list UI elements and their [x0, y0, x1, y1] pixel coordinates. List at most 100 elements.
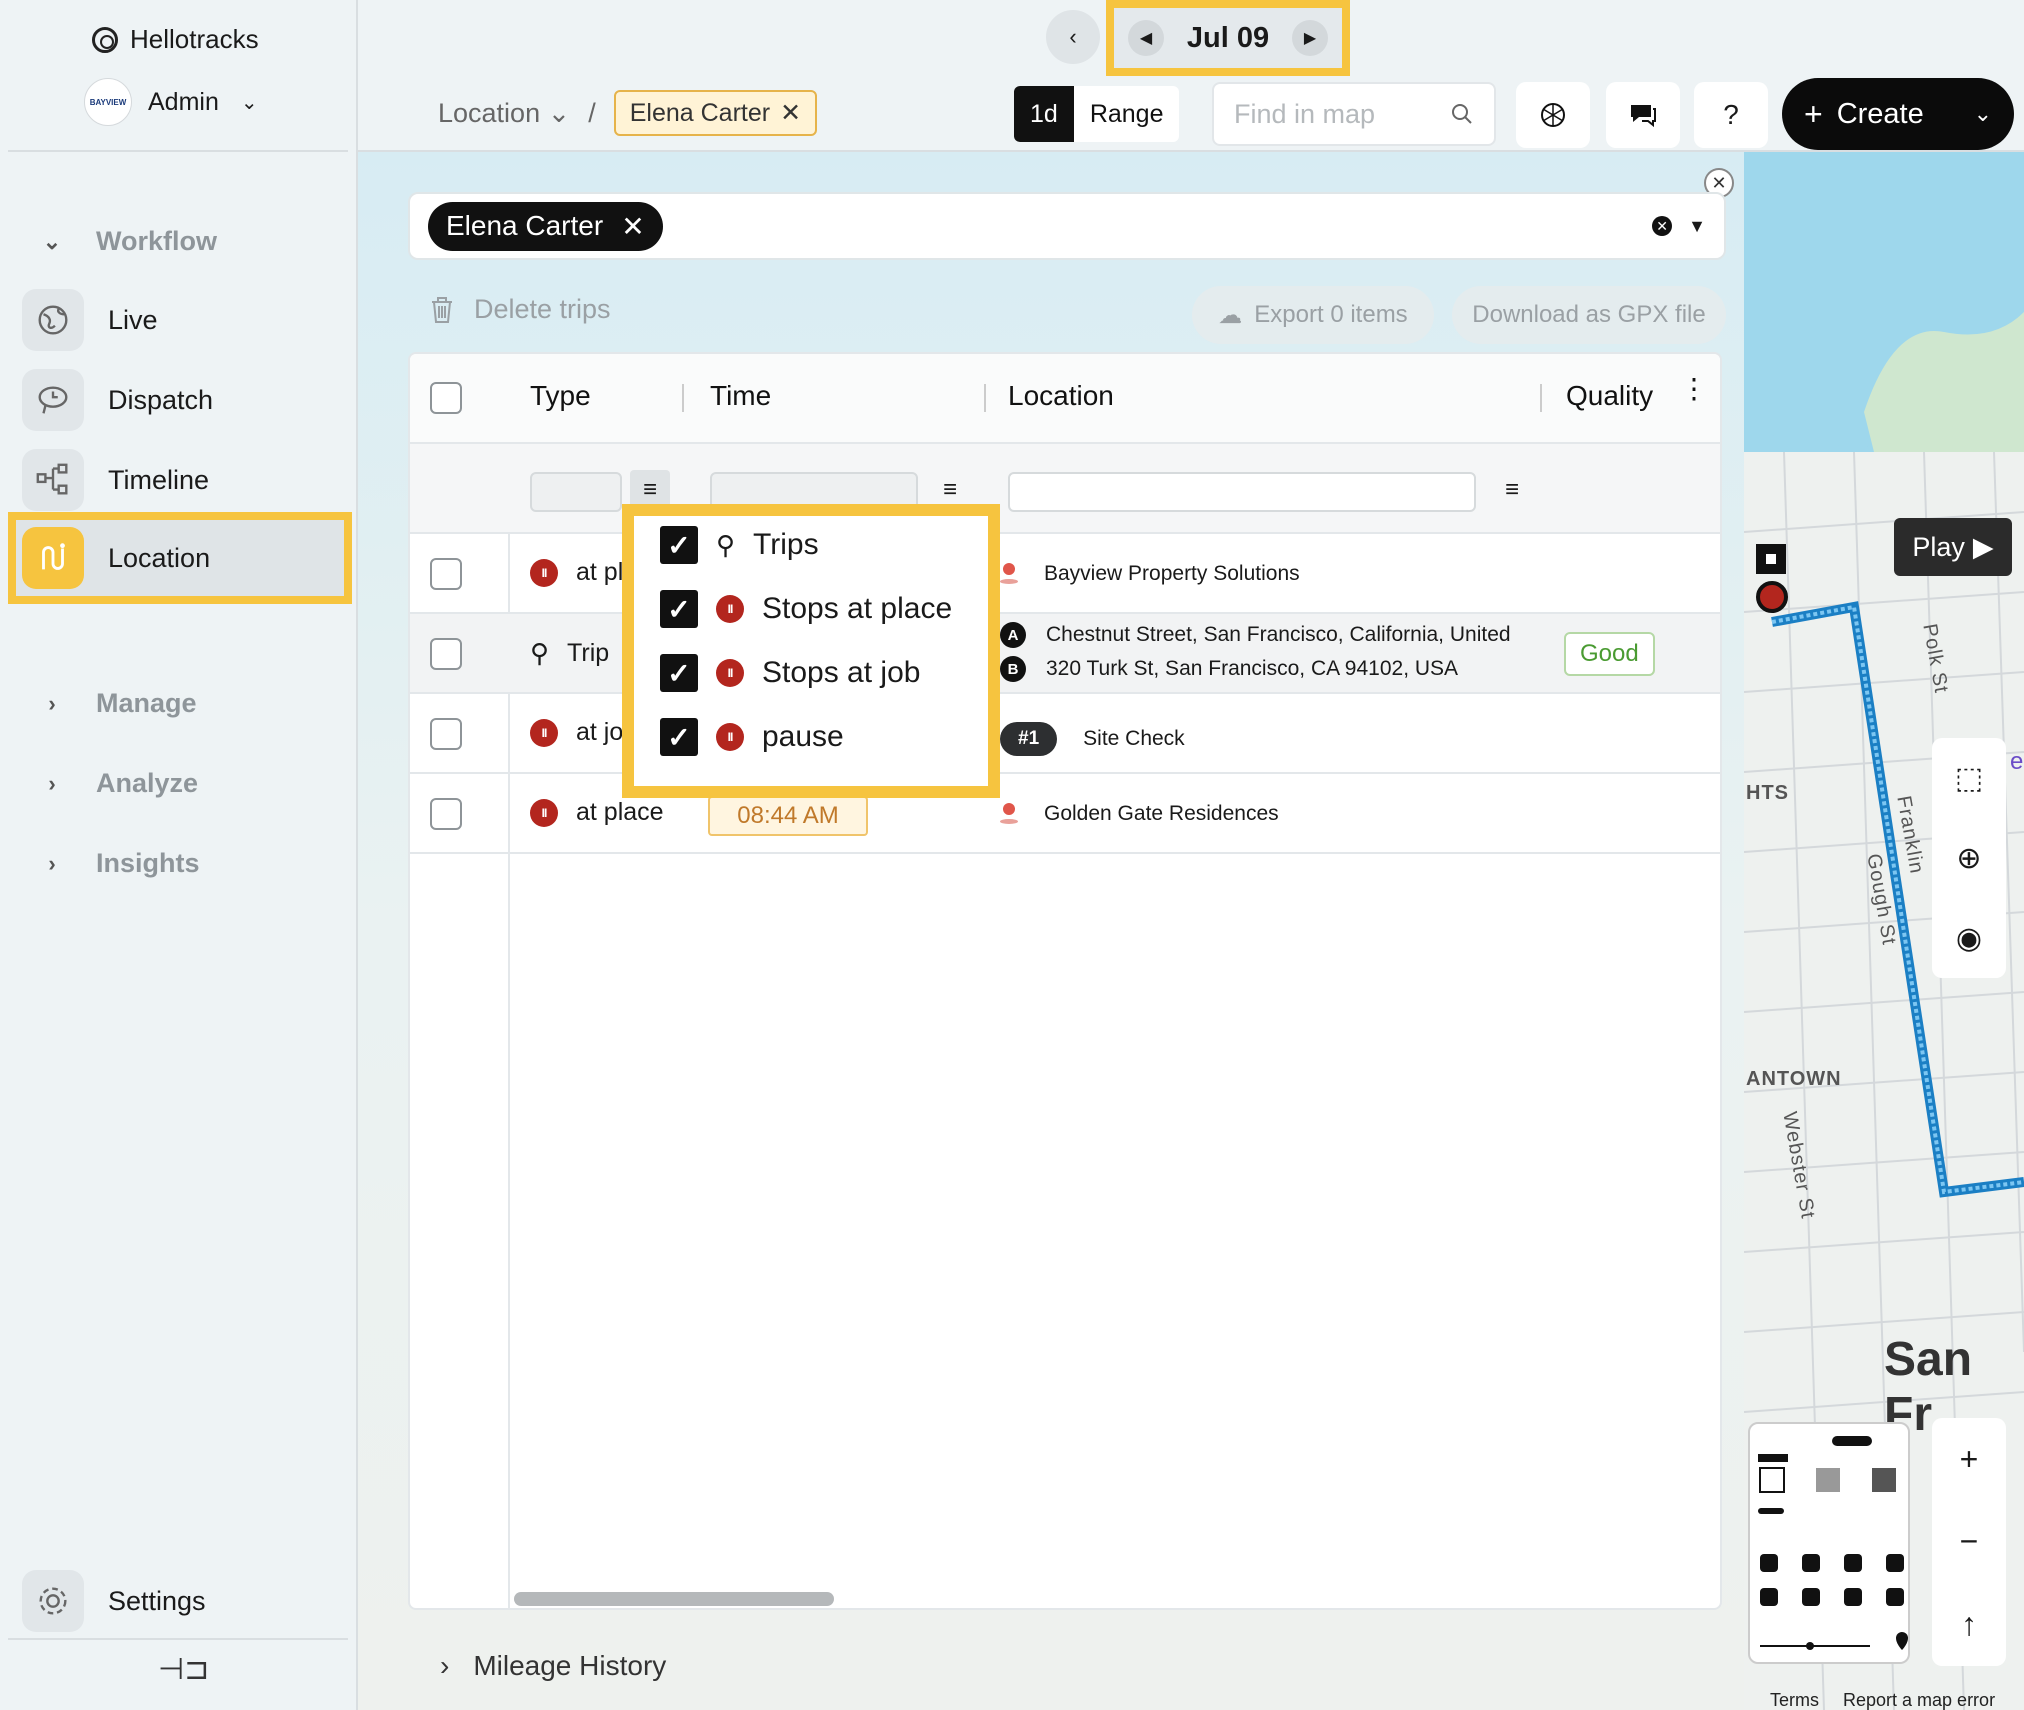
openai-icon [1541, 103, 1565, 127]
export-label: Export 0 items [1254, 301, 1408, 328]
sidebar-item-timeline[interactable]: Timeline [22, 448, 342, 512]
sidebar-group-manage[interactable]: › Manage [40, 688, 197, 719]
quality-badge: Good [1564, 632, 1655, 676]
export-button[interactable]: ☁ Export 0 items [1192, 286, 1434, 344]
table-row[interactable]: II at place 08:44 AM Golden Gate Residen… [410, 774, 1720, 854]
place-pin-icon [1000, 803, 1018, 825]
date-label[interactable]: Jul 09 [1187, 22, 1269, 55]
sidebar-item-dispatch[interactable]: Dispatch [22, 368, 342, 432]
select-all-checkbox[interactable] [430, 382, 462, 414]
filter-option-label: Stops at job [762, 656, 921, 689]
close-icon[interactable]: ✕ [780, 98, 801, 128]
map-label: HTS [1746, 782, 1789, 804]
person-select[interactable]: Elena Carter ✕ ✕ ▼ [408, 192, 1726, 260]
filter-icon[interactable]: ≡ [1492, 470, 1532, 510]
row-location-label: Golden Gate Residences [1044, 802, 1279, 825]
column-header-time[interactable]: Time [710, 380, 771, 412]
sidebar-group-analyze[interactable]: › Analyze [40, 768, 198, 799]
column-resizer[interactable] [1540, 384, 1542, 412]
close-icon[interactable]: ✕ [621, 210, 644, 243]
checkbox-checked[interactable]: ✓ [660, 718, 698, 756]
account-name: Admin [148, 87, 219, 116]
close-icon: ✕ [1711, 172, 1727, 193]
sidebar-item-label: Live [108, 304, 158, 335]
marker-b-icon: B [1000, 656, 1026, 682]
select-area-icon[interactable]: ⬚ [1955, 761, 1983, 796]
filter-option-stops-at-place[interactable]: ✓ II Stops at place [660, 590, 952, 628]
chevron-down-icon[interactable]: ⌄ [1974, 101, 1992, 127]
table-row[interactable]: ⚲ Trip A Chestnut Street, San Francisco,… [410, 614, 1720, 694]
zoom-in-icon[interactable]: + [1960, 1441, 1979, 1478]
more-vertical-icon[interactable]: ⋮ [1680, 372, 1708, 405]
selected-person-chip[interactable]: Elena Carter ✕ [428, 201, 663, 251]
sidebar-item-location[interactable]: Location [8, 512, 352, 604]
account-switcher[interactable]: BAYVIEW Admin ⌄ [84, 78, 258, 126]
play-icon: ▶ [1972, 531, 1994, 562]
pin-sidebar-icon[interactable]: ⊣⊐ [158, 1652, 209, 1687]
location-filter-input[interactable] [1008, 472, 1476, 512]
clear-icon[interactable]: ✕ [1652, 216, 1673, 236]
delete-trips-button[interactable]: Delete trips [428, 294, 611, 325]
report-map-error-link[interactable]: Report a map error [1843, 1690, 1995, 1710]
dispatch-icon [22, 369, 84, 431]
sidebar-group-workflow[interactable]: ⌄ Workflow [40, 226, 217, 257]
sidebar-item-settings[interactable]: Settings [22, 1570, 206, 1632]
checkbox-checked[interactable]: ✓ [660, 654, 698, 692]
gear-icon [22, 1570, 84, 1632]
filter-chip-label: Elena Carter [629, 98, 771, 127]
checkbox-checked[interactable]: ✓ [660, 526, 698, 564]
previous-day-button[interactable]: ‹ [1046, 10, 1100, 64]
horizontal-scrollbar[interactable] [514, 1592, 834, 1606]
download-gpx-button[interactable]: Download as GPX file [1452, 286, 1726, 344]
brand-name: Hellotracks [130, 24, 259, 54]
caret-left-icon[interactable]: ◀ [1128, 20, 1164, 56]
checkbox-checked[interactable]: ✓ [660, 590, 698, 628]
ai-assistant-button[interactable] [1516, 82, 1590, 148]
terms-link[interactable]: Terms [1770, 1690, 1819, 1710]
sidebar-group-label: Manage [96, 688, 197, 718]
column-resizer[interactable] [682, 384, 684, 412]
row-location: Bayview Property Solutions [1000, 562, 1300, 586]
toggle-range[interactable]: Range [1073, 86, 1180, 142]
sidebar-item-live[interactable]: Live [22, 288, 342, 352]
filter-option-stops-at-job[interactable]: ✓ II Stops at job [660, 654, 920, 692]
filter-option-pause[interactable]: ✓ II pause [660, 718, 844, 756]
create-button[interactable]: + Create ⌄ [1782, 78, 2014, 150]
filter-option-trips[interactable]: ✓ ⚲ Trips [660, 526, 819, 564]
eye-icon[interactable]: ◉ [1956, 921, 1982, 956]
table-row[interactable]: II at pl Bayview Property Solutions [410, 534, 1720, 614]
breadcrumb-location[interactable]: Location ⌄ [438, 98, 570, 129]
filter-chip[interactable]: Elena Carter ✕ [613, 90, 818, 136]
arrow-up-icon[interactable]: ↑ [1961, 1606, 1977, 1643]
help-icon: ? [1723, 99, 1739, 130]
toggle-1d[interactable]: 1d [1014, 86, 1074, 142]
row-checkbox[interactable] [430, 558, 462, 590]
caret-right-icon[interactable]: ▶ [1292, 20, 1328, 56]
table-row[interactable]: II at jo #1 Site Check [410, 694, 1720, 774]
sidebar-group-insights[interactable]: › Insights [40, 848, 199, 879]
search-icon [1452, 104, 1472, 124]
zoom-controls: + − ↑ [1932, 1418, 2006, 1666]
breadcrumb-separator: / [588, 97, 596, 128]
mileage-history-toggle[interactable]: › Mileage History [440, 1650, 666, 1682]
map-layers-preview[interactable] [1748, 1422, 1910, 1664]
column-resizer[interactable] [984, 384, 986, 412]
chat-button[interactable] [1606, 82, 1680, 148]
place-pin-icon [1000, 563, 1018, 585]
row-checkbox[interactable] [430, 798, 462, 830]
create-label: Create [1836, 97, 1924, 130]
play-button[interactable]: Play ▶ [1894, 518, 2012, 576]
caret-down-icon[interactable]: ▼ [1688, 216, 1706, 237]
search-input[interactable]: Find in map [1212, 82, 1496, 146]
row-checkbox[interactable] [430, 718, 462, 750]
date-picker[interactable]: ◀ Jul 09 ▶ [1106, 0, 1350, 76]
column-header-quality[interactable]: Quality [1566, 380, 1653, 412]
column-header-location[interactable]: Location [1008, 380, 1114, 412]
row-checkbox[interactable] [430, 638, 462, 670]
column-header-type[interactable]: Type [530, 380, 591, 412]
zoom-out-icon[interactable]: − [1960, 1523, 1979, 1560]
type-filter-input[interactable] [530, 472, 622, 512]
add-point-icon[interactable]: ⊕ [1956, 841, 1981, 876]
plus-icon: + [1804, 95, 1823, 132]
help-button[interactable]: ? [1694, 82, 1768, 148]
